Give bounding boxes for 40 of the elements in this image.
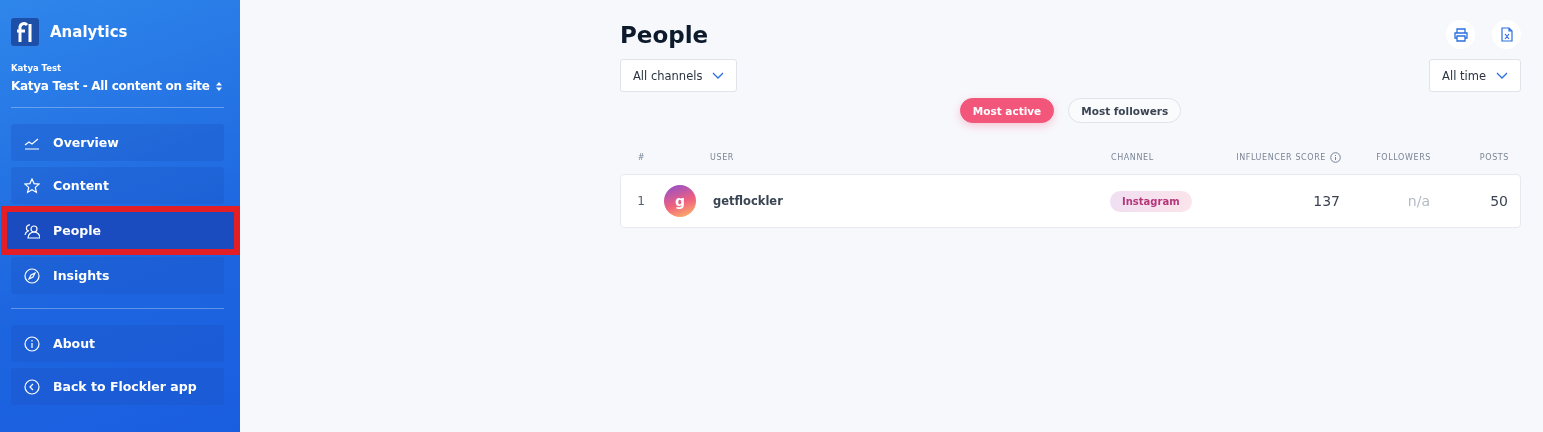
print-icon bbox=[1453, 27, 1468, 42]
nav-item[interactable]: Content bbox=[11, 167, 224, 204]
sort-toggle[interactable]: Most active bbox=[959, 98, 1055, 123]
chevron-icon bbox=[1496, 72, 1508, 79]
spreadsheet-file-icon bbox=[1500, 27, 1513, 42]
nav-item[interactable]: About bbox=[11, 325, 224, 362]
nav-item[interactable]: Overview bbox=[11, 124, 224, 161]
info-icon bbox=[1330, 151, 1341, 163]
followers-cell-text: n/a bbox=[1406, 193, 1430, 209]
logo-icon bbox=[11, 18, 39, 46]
nav-item[interactable]: Back to Flockler app bbox=[11, 368, 224, 405]
print-button[interactable] bbox=[1446, 20, 1475, 49]
column-header: FOLLOWERS bbox=[1375, 152, 1431, 162]
sort-icon bbox=[215, 81, 222, 91]
username: getflockler bbox=[713, 194, 783, 208]
account-selector[interactable]: Katya Test - All content on site bbox=[11, 79, 222, 93]
posts-cell-text: 50 bbox=[1489, 193, 1509, 209]
channel-dropdown[interactable]: All channels bbox=[620, 59, 738, 92]
column-header: POSTS bbox=[1478, 152, 1510, 162]
compass-icon bbox=[24, 267, 40, 284]
rank-cell-text: 1 bbox=[636, 194, 646, 208]
column-header: USER bbox=[709, 152, 735, 162]
nav-item[interactable]: Insights bbox=[11, 257, 224, 294]
page-title: People bbox=[620, 21, 709, 48]
people-icon bbox=[24, 222, 40, 239]
time-dropdown[interactable]: All time bbox=[1429, 59, 1521, 92]
column-header: CHANNEL bbox=[1111, 152, 1155, 162]
sort-toggle[interactable]: Most followers bbox=[1068, 98, 1182, 123]
column-header: INFLUENCER SCORE bbox=[1236, 152, 1326, 162]
back-icon bbox=[24, 378, 40, 395]
star-icon bbox=[24, 177, 40, 194]
info-icon bbox=[24, 335, 40, 352]
app-title: Analytics bbox=[50, 23, 128, 41]
channel-tag: Instagram bbox=[1110, 191, 1192, 212]
account-label: Katya Test bbox=[11, 63, 63, 73]
export-excel-button[interactable] bbox=[1492, 20, 1521, 49]
column-header: # bbox=[636, 152, 647, 162]
avatar: g bbox=[664, 185, 696, 217]
chevron-icon bbox=[712, 72, 725, 79]
score-cell-text: 137 bbox=[1312, 193, 1340, 209]
